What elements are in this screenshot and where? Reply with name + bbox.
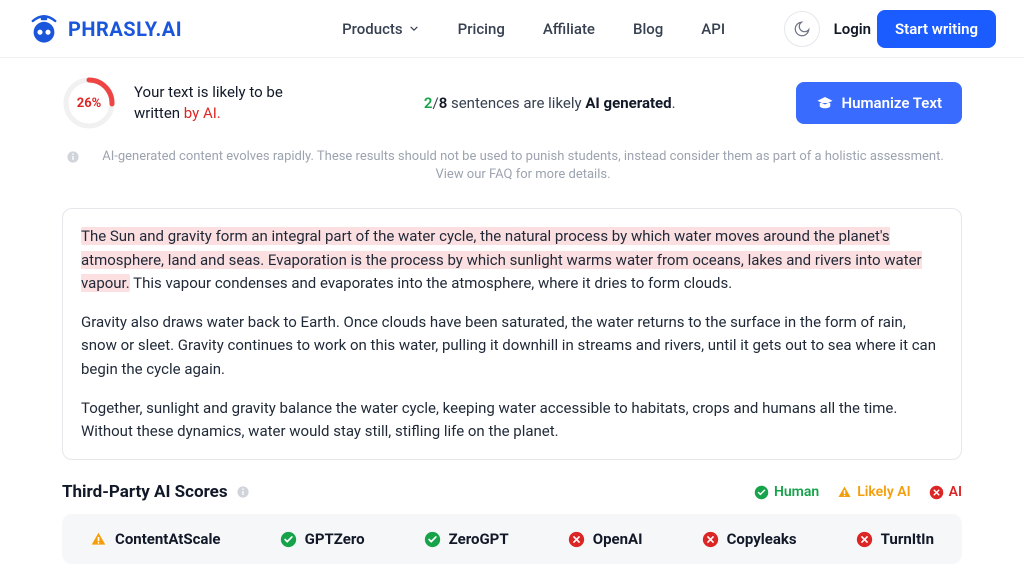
sentence-stat: 2/8 sentences are likely AI generated. [322,94,778,112]
info-icon[interactable] [236,485,250,499]
text-panel: The Sun and gravity form an integral par… [62,208,962,460]
nav-products[interactable]: Products [342,20,420,38]
nav-blog[interactable]: Blog [633,20,663,38]
likelihood-emphasis: by AI. [184,104,221,122]
login-link[interactable]: Login [834,20,871,38]
check-circle-icon [754,485,769,500]
check-circle-icon [424,531,441,548]
score-legend: Human Likely AI AI [754,484,962,500]
nav-api[interactable]: API [701,20,725,38]
third-party-title: Third-Party AI Scores [62,482,228,502]
summary-row: 26% Your text is likely to be written by… [62,76,962,130]
x-circle-icon [929,485,944,500]
humanize-button[interactable]: Humanize Text [796,82,963,124]
paragraph-1: The Sun and gravity form an integral par… [81,225,943,295]
x-circle-icon [568,531,585,548]
disclaimer: AI-generated content evolves rapidly. Th… [62,148,962,184]
third-party-header: Third-Party AI Scores Human Likely AI AI [62,482,962,502]
x-circle-icon [702,531,719,548]
nav-products-label: Products [342,20,403,38]
info-icon [66,150,80,164]
logo-icon [28,13,60,45]
disclaimer-text: AI-generated content evolves rapidly. Th… [88,148,958,184]
warning-triangle-icon [90,531,107,548]
score-gptzero: GPTZero [280,530,365,548]
humanize-label: Humanize Text [842,94,943,112]
nav-affiliate[interactable]: Affiliate [543,20,595,38]
score-openai: OpenAI [568,530,643,548]
brand-text: PHRASLY.AI [68,17,182,41]
ai-percent-gauge: 26% [62,76,116,130]
likelihood-text: Your text is likely to be written by AI. [134,82,304,124]
paragraph-2: Gravity also draws water back to Earth. … [81,311,943,381]
legend-human: Human [754,484,819,500]
stat-tail: . [672,94,676,112]
score-copyleaks: Copyleaks [702,530,797,548]
stat-bold: AI generated [585,94,671,112]
nav-pricing[interactable]: Pricing [458,20,505,38]
score-contentatscale: ContentAtScale [90,530,221,548]
graduation-cap-icon [816,94,834,112]
theme-toggle-button[interactable] [784,11,820,47]
check-circle-icon [280,531,297,548]
top-nav: PHRASLY.AI Products Pricing Affiliate Bl… [0,0,1024,58]
paragraph-3: Together, sunlight and gravity balance t… [81,397,943,444]
chevron-down-icon [408,23,420,35]
start-writing-button[interactable]: Start writing [877,10,996,48]
ai-percent-value: 26% [62,76,116,130]
score-turnitin: TurnItIn [856,530,934,548]
x-circle-icon [856,531,873,548]
third-party-scores: ContentAtScale GPTZero ZeroGPT OpenAI Co… [62,514,962,564]
brand-logo[interactable]: PHRASLY.AI [28,13,182,45]
moon-icon [793,20,811,38]
stat-denominator: 8 [439,94,448,112]
p1-rest: This vapour condenses and evaporates int… [130,274,732,292]
score-zerogpt: ZeroGPT [424,530,509,548]
legend-ai: AI [929,484,962,500]
main-nav: Products Pricing Affiliate Blog API [342,20,725,38]
stat-mid: sentences are likely [447,94,585,112]
warning-triangle-icon [837,485,852,500]
legend-likely-ai: Likely AI [837,484,910,500]
